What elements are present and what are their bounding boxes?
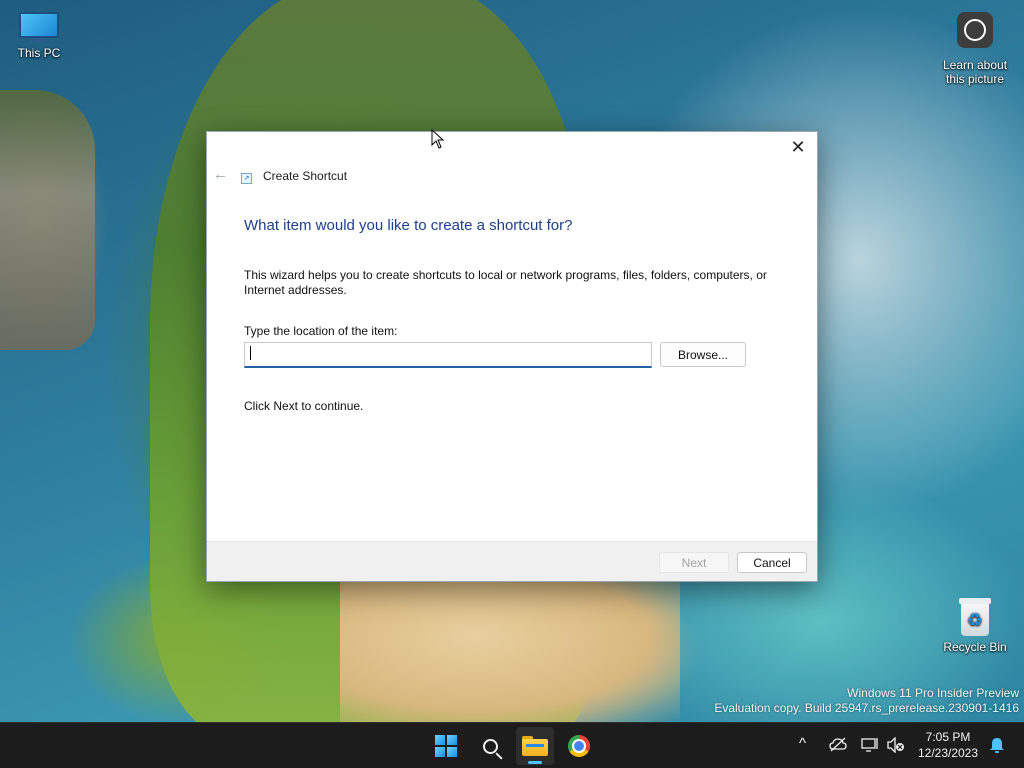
windows-watermark: Windows 11 Pro Insider Preview Evaluatio… [714, 686, 1019, 716]
search-icon [482, 738, 498, 754]
browse-button[interactable]: Browse... [660, 342, 746, 367]
start-button[interactable] [427, 727, 465, 765]
desktop-icon-recycle-bin[interactable]: ♻ Recycle Bin [937, 598, 1013, 654]
location-input[interactable] [244, 342, 652, 368]
show-hidden-icons-chevron-icon[interactable]: ^ [799, 736, 806, 752]
dialog-title: Create Shortcut [263, 169, 348, 183]
continue-hint: Click Next to continue. [244, 399, 364, 413]
volume-muted-icon[interactable] [887, 737, 905, 753]
file-explorer-icon [522, 736, 548, 756]
desktop-icon-label: Learn about this picture [942, 58, 1008, 86]
taskbar-chrome[interactable] [560, 727, 598, 765]
next-button[interactable]: Next [659, 552, 729, 573]
mouse-pointer-icon [431, 129, 445, 149]
close-button[interactable]: ✕ [783, 134, 813, 160]
clock-date: 12/23/2023 [917, 746, 979, 760]
learn-about-picture-icon [957, 12, 993, 48]
recycle-bin-icon: ♻ [959, 598, 991, 636]
desktop-icon-learn-about-picture[interactable]: Learn about this picture [937, 0, 1013, 86]
cancel-button[interactable]: Cancel [737, 552, 807, 573]
taskbar: ^ 7:05 PM 12/23/2023 [0, 722, 1024, 768]
notification-bell-icon[interactable] [988, 736, 1006, 754]
onedrive-icon[interactable] [829, 737, 847, 753]
dialog-footer: Next Cancel [207, 541, 817, 581]
wizard-heading: What item would you like to create a sho… [244, 217, 573, 234]
network-icon[interactable] [861, 737, 879, 753]
watermark-line-2: Evaluation copy. Build 25947.rs_prerelea… [714, 701, 1019, 715]
clock-time: 7:05 PM [925, 730, 971, 744]
active-app-indicator [528, 761, 542, 764]
wallpaper-cliff-left [0, 90, 95, 350]
back-arrow-icon[interactable]: ← [213, 166, 228, 183]
location-label: Type the location of the item: [244, 324, 398, 338]
create-shortcut-dialog: ✕ ← ↗ Create Shortcut What item would yo… [206, 131, 818, 582]
desktop-icon-label: Recycle Bin [943, 640, 1007, 654]
computer-icon [19, 12, 59, 43]
text-caret [250, 346, 251, 360]
wallpaper-beach [340, 582, 680, 722]
desktop-icon-this-pc[interactable]: This PC [1, 0, 77, 60]
wizard-description: This wizard helps you to create shortcut… [244, 268, 767, 297]
windows-start-icon [435, 735, 457, 757]
chrome-icon [568, 735, 590, 757]
system-clock[interactable]: 7:05 PM 12/23/2023 [912, 729, 984, 761]
taskbar-file-explorer[interactable] [516, 727, 554, 765]
watermark-line-1: Windows 11 Pro Insider Preview [847, 686, 1019, 700]
desktop-icon-label: This PC [17, 46, 61, 60]
search-button[interactable] [471, 727, 509, 765]
shortcut-icon: ↗ [241, 173, 252, 184]
